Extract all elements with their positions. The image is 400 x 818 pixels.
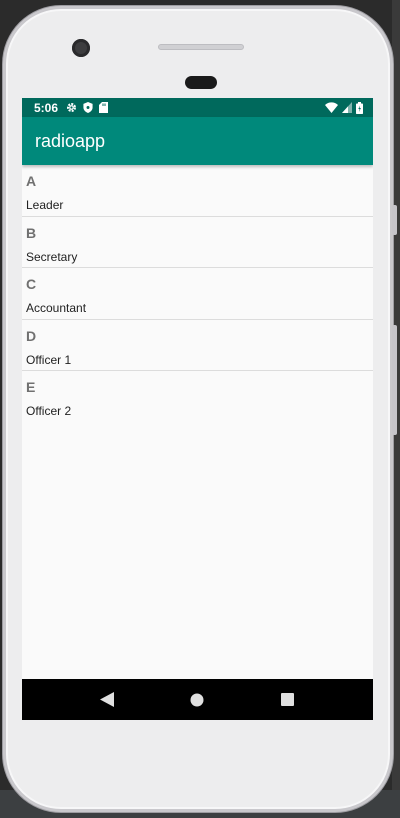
home-icon: [190, 693, 204, 706]
list-item-letter: E: [26, 379, 36, 395]
list-item-name: Secretary: [26, 249, 78, 264]
list-item-name: Officer 1: [26, 352, 72, 367]
device-screen: 5:06 radioapp A Leader B Secretary C Acc…: [22, 98, 373, 720]
list-item-letter: C: [26, 276, 37, 292]
list-item[interactable]: D Officer 1: [22, 320, 373, 371]
contact-list: A Leader B Secretary C Accountant D Offi…: [22, 165, 373, 423]
status-bar: 5:06: [22, 98, 373, 117]
wifi-icon: [325, 102, 338, 113]
back-icon: [100, 692, 115, 707]
shield-icon: [83, 102, 93, 113]
list-item-letter: B: [26, 224, 37, 241]
home-button[interactable]: [187, 690, 207, 710]
earpiece-speaker: [158, 44, 244, 50]
list-item[interactable]: C Accountant: [22, 268, 373, 320]
recents-button[interactable]: [278, 690, 298, 710]
list-item-letter: D: [26, 327, 37, 344]
navigation-bar: [22, 679, 373, 720]
list-item-letter: A: [26, 173, 37, 189]
app-title: radioapp: [35, 130, 106, 151]
front-camera: [72, 39, 90, 57]
list-item-name: Accountant: [26, 301, 87, 315]
back-button[interactable]: [97, 690, 117, 710]
proximity-sensor: [185, 76, 217, 89]
list-item[interactable]: A Leader: [22, 165, 373, 217]
list-item-name: Officer 2: [26, 404, 72, 418]
recents-icon: [281, 693, 295, 706]
gear-icon: [67, 103, 77, 112]
volume-up-button[interactable]: [392, 205, 397, 235]
power-button[interactable]: [392, 325, 397, 435]
list-item[interactable]: B Secretary: [22, 217, 373, 268]
status-time: 5:06: [34, 100, 59, 115]
signal-icon: [342, 102, 352, 113]
list-item[interactable]: E Officer 2: [22, 371, 373, 423]
sd-card-icon: [99, 102, 109, 113]
battery-icon: [356, 101, 363, 114]
app-bar: radioapp: [22, 117, 373, 165]
list-item-name: Leader: [26, 198, 64, 212]
